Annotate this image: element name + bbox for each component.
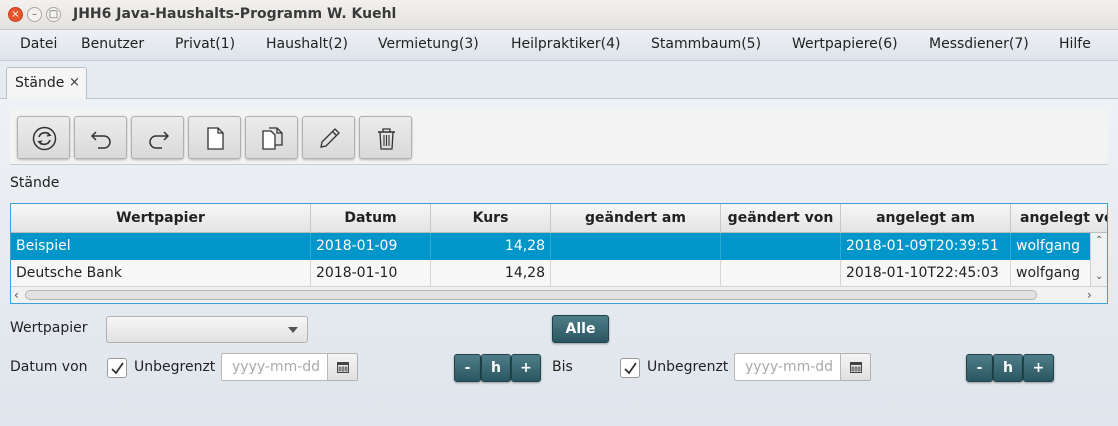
bis-label: Bis	[552, 359, 573, 375]
menu-stammbaum[interactable]: Stammbaum(5)	[651, 36, 761, 52]
cell-datum: 2018-01-09	[311, 233, 431, 260]
column-header-geaendert-von[interactable]: geändert von	[721, 204, 841, 233]
datum-von-date-input[interactable]: yyyy-mm-dd	[221, 353, 328, 381]
undo-button[interactable]	[74, 116, 127, 159]
delete-trash-icon	[378, 128, 395, 150]
section-title: Stände	[10, 175, 60, 191]
column-header-datum[interactable]: Datum	[311, 204, 431, 233]
window-minimize-button[interactable]: –	[27, 7, 42, 22]
menu-wertpapiere[interactable]: Wertpapiere(6)	[792, 36, 898, 52]
datum-von-calendar-button[interactable]	[328, 353, 358, 381]
calendar-icon	[850, 362, 862, 373]
column-header-geaendert-am[interactable]: geändert am	[551, 204, 721, 233]
cell-wertpapier: Deutsche Bank	[11, 260, 311, 287]
calendar-icon	[337, 362, 349, 373]
cell-geaendert-am	[551, 260, 721, 287]
chevron-down-icon	[288, 327, 298, 333]
bis-unbegrenzt-checkbox[interactable]	[620, 358, 640, 378]
edit-button[interactable]	[302, 116, 355, 159]
wertpapier-select[interactable]	[106, 316, 308, 343]
edit-pencil-icon	[320, 128, 340, 148]
scroll-right-icon[interactable]: ›	[1087, 288, 1092, 302]
copy-document-icon	[262, 127, 283, 150]
alle-button[interactable]: Alle	[552, 315, 609, 343]
table-row[interactable]: Deutsche Bank 2018-01-10 14,28 2018-01-1…	[11, 260, 1091, 287]
staende-table: Wertpapier Datum Kurs geändert am geände…	[10, 203, 1108, 304]
tab-staende[interactable]: Stände ×	[6, 67, 87, 99]
bis-calendar-button[interactable]	[841, 353, 871, 381]
scroll-left-icon[interactable]: ‹	[14, 288, 19, 302]
tab-row: Stände ×	[0, 61, 1118, 99]
vertical-scrollbar[interactable]: ⌃ ⌄	[1090, 233, 1107, 287]
datum-von-unbegrenzt-checkbox[interactable]	[107, 358, 127, 378]
tab-label: Stände	[15, 75, 65, 91]
cell-angelegt-von: wolfgang	[1016, 265, 1081, 281]
cell-geaendert-von	[721, 260, 841, 287]
bis-minus-button[interactable]: -	[966, 354, 993, 382]
window-close-button[interactable]: ×	[8, 7, 23, 22]
new-button[interactable]	[188, 116, 241, 159]
cell-datum: 2018-01-10	[311, 260, 431, 287]
table-header: Wertpapier Datum Kurs geändert am geände…	[11, 204, 1107, 233]
undo-icon	[90, 131, 111, 149]
content-pane: Stände Wertpapier Datum Kurs geändert am…	[0, 99, 1118, 426]
refresh-button[interactable]	[17, 116, 70, 159]
datum-von-minus-button[interactable]: -	[454, 354, 481, 382]
checkmark-icon	[624, 362, 637, 375]
horizontal-scroll-thumb[interactable]	[25, 290, 1037, 300]
menu-privat[interactable]: Privat(1)	[175, 36, 235, 52]
horizontal-scrollbar[interactable]: ‹ ›	[11, 286, 1107, 303]
menu-haushalt[interactable]: Haushalt(2)	[266, 36, 348, 52]
menu-datei[interactable]: Datei	[20, 36, 57, 52]
cell-angelegt-am: 2018-01-09T20:39:51	[841, 233, 1011, 260]
delete-button[interactable]	[359, 116, 412, 159]
redo-button[interactable]	[131, 116, 184, 159]
window-maximize-button[interactable]: □	[46, 7, 61, 22]
menu-hilfe[interactable]: Hilfe	[1059, 36, 1091, 52]
bis-plus-button[interactable]: +	[1023, 354, 1054, 382]
cell-kurs: 14,28	[431, 260, 551, 287]
datum-von-heute-button[interactable]: h	[481, 354, 511, 382]
bis-heute-button[interactable]: h	[993, 354, 1023, 382]
datum-von-label: Datum von	[10, 359, 88, 375]
window-title: JHH6 Java-Haushalts-Programm W. Kuehl	[73, 6, 397, 22]
column-header-wertpapier[interactable]: Wertpapier	[11, 204, 311, 233]
title-bar: × – □ JHH6 Java-Haushalts-Programm W. Ku…	[0, 0, 1118, 30]
toolbar	[10, 109, 1108, 165]
menu-heilpraktiker[interactable]: Heilpraktiker(4)	[511, 36, 620, 52]
cell-geaendert-am	[551, 233, 721, 260]
menu-vermietung[interactable]: Vermietung(3)	[378, 36, 479, 52]
bis-unbegrenzt-label: Unbegrenzt	[647, 359, 729, 375]
datum-von-plus-button[interactable]: +	[511, 354, 541, 382]
cell-angelegt-von: wolfgang	[1016, 238, 1081, 254]
menu-benutzer[interactable]: Benutzer	[81, 36, 144, 52]
refresh-icon	[32, 126, 57, 151]
column-header-angelegt-von[interactable]: angelegt von	[1011, 204, 1107, 233]
column-header-angelegt-am[interactable]: angelegt am	[841, 204, 1011, 233]
redo-icon	[149, 131, 170, 149]
scroll-down-icon[interactable]: ⌄	[1095, 271, 1103, 282]
table-row[interactable]: Beispiel 2018-01-09 14,28 2018-01-09T20:…	[11, 233, 1091, 260]
bis-date-input[interactable]: yyyy-mm-dd	[734, 353, 841, 381]
datum-von-unbegrenzt-label: Unbegrenzt	[134, 359, 216, 375]
copy-button[interactable]	[245, 116, 298, 159]
menu-messdiener[interactable]: Messdiener(7)	[929, 36, 1029, 52]
cell-wertpapier: Beispiel	[11, 233, 311, 260]
cell-geaendert-von	[721, 233, 841, 260]
cell-angelegt-am: 2018-01-10T22:45:03	[841, 260, 1011, 287]
scroll-up-icon[interactable]: ⌃	[1095, 235, 1103, 246]
column-header-kurs[interactable]: Kurs	[431, 204, 551, 233]
menu-bar: Datei Benutzer Privat(1) Haushalt(2) Ver…	[0, 30, 1118, 61]
tab-close-icon[interactable]: ×	[69, 75, 80, 90]
wertpapier-label: Wertpapier	[10, 320, 88, 336]
checkmark-icon	[111, 362, 124, 375]
cell-kurs: 14,28	[431, 233, 551, 260]
new-document-icon	[207, 127, 224, 150]
